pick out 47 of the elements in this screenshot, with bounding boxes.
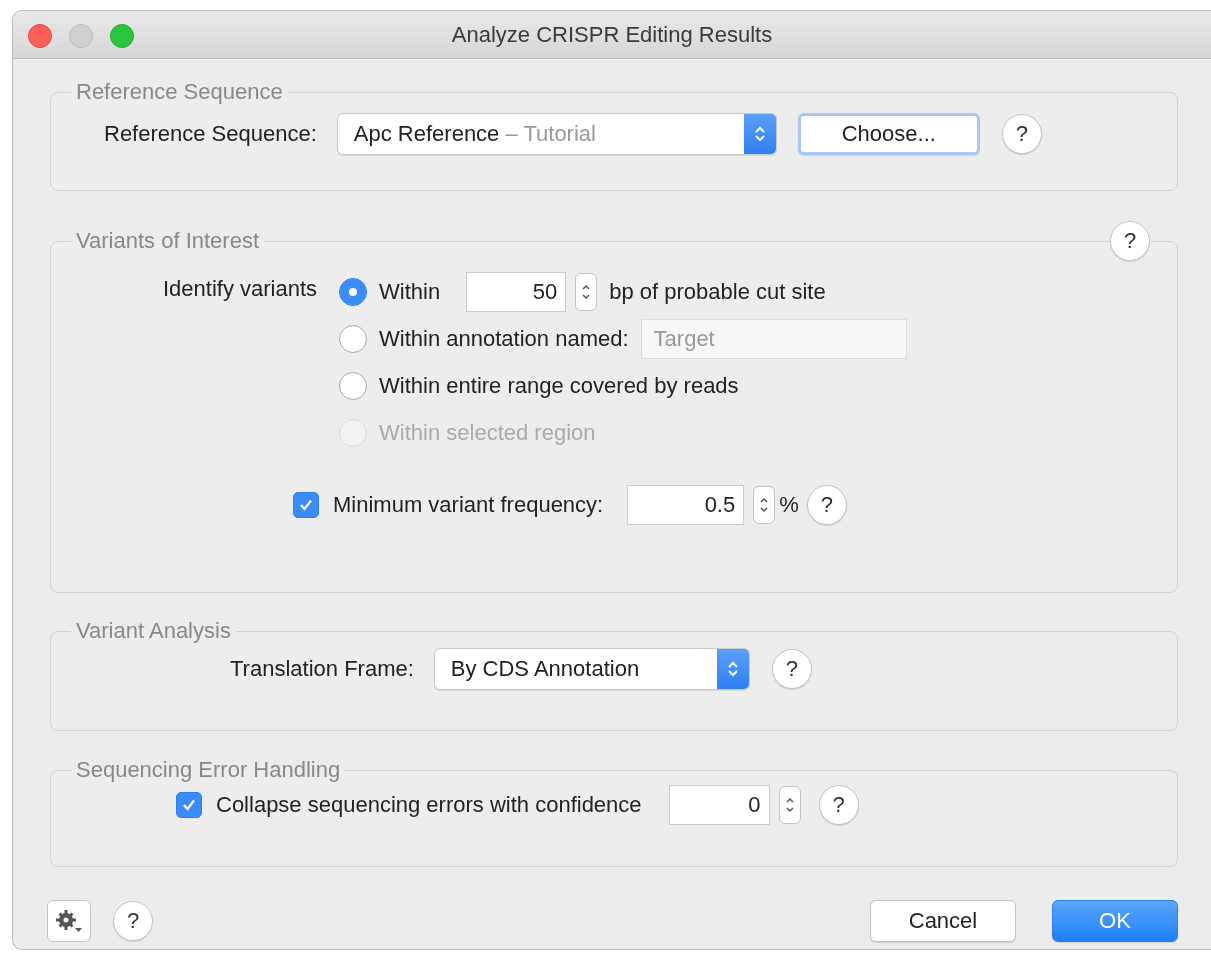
checkbox[interactable]	[176, 792, 202, 818]
field-label: Reference Sequence:	[104, 121, 317, 147]
chevron-icon	[716, 649, 749, 689]
zoom-icon[interactable]	[110, 24, 134, 48]
gear-icon	[54, 908, 84, 934]
help-button[interactable]: ?	[806, 485, 847, 525]
option-label: Within entire range covered by reads	[379, 373, 739, 399]
group-title: Sequencing Error Handling	[75, 757, 342, 783]
help-button[interactable]: ?	[1110, 221, 1150, 261]
field-label: Identify variants	[163, 276, 318, 303]
help-button[interactable]: ?	[771, 649, 812, 689]
chevron-icon	[743, 114, 776, 154]
option-label: Within	[379, 279, 441, 305]
checkmark-icon	[181, 797, 197, 813]
radio-button[interactable]	[339, 278, 368, 306]
minimize-icon[interactable]	[69, 24, 93, 48]
unit-label: %	[779, 492, 799, 518]
stepper-icon[interactable]	[778, 786, 801, 824]
option-label: Within annotation named:	[379, 326, 629, 352]
window-title: Analyze CRISPR Editing Results	[451, 21, 773, 48]
checkbox-label: Collapse sequencing errors with confidence	[216, 792, 642, 818]
settings-button[interactable]	[47, 900, 91, 942]
reference-select[interactable]: Apc Reference – Tutorial	[336, 113, 777, 155]
frame-select[interactable]: By CDS Annotation	[433, 648, 750, 690]
checkbox[interactable]	[293, 492, 319, 518]
choose-button[interactable]: Choose...	[797, 113, 980, 155]
checkmark-icon	[298, 497, 314, 513]
help-button[interactable]: ?	[113, 901, 153, 941]
number-field[interactable]: 0	[668, 785, 770, 825]
field-label: Translation Frame:	[230, 656, 414, 682]
stepper-icon[interactable]	[753, 486, 776, 524]
help-button[interactable]: ?	[818, 785, 859, 825]
radio-button[interactable]	[339, 372, 368, 400]
group-title: Variants of Interest	[75, 228, 260, 254]
help-button[interactable]: ?	[1001, 114, 1042, 154]
number-field[interactable]: 50	[466, 272, 567, 312]
option-label: Within selected region	[379, 420, 596, 446]
stepper-icon[interactable]	[575, 273, 598, 311]
cancel-button[interactable]: Cancel	[870, 900, 1016, 942]
close-icon[interactable]	[28, 24, 52, 48]
checkbox-label: Minimum variant frequency:	[333, 492, 604, 518]
group-title: Variant Analysis	[75, 618, 232, 644]
number-field[interactable]: 0.5	[627, 485, 745, 525]
radio-button[interactable]	[339, 325, 368, 353]
annotation-field[interactable]: Target	[640, 319, 907, 359]
group-title: Reference Sequence	[75, 79, 284, 105]
unit-label: bp of probable cut site	[609, 279, 826, 305]
